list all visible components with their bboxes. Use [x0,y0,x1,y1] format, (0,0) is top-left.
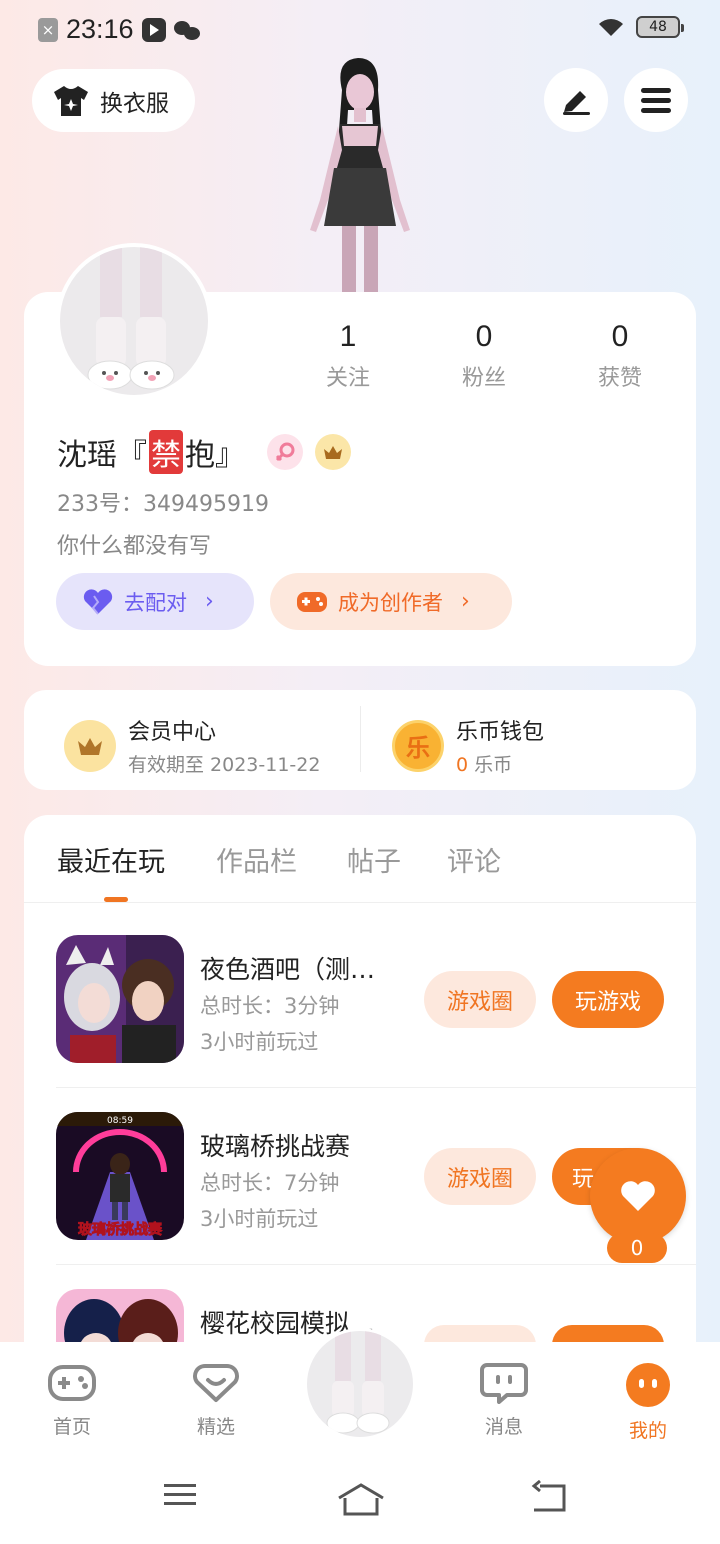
nav-home-label: 首页 [52,1416,91,1438]
likes-count: 0 [611,320,629,353]
following-count: 1 [339,320,357,353]
followers-count: 0 [475,320,493,353]
video-app-icon [141,17,166,42]
username: 沈瑶『 禁 抱』 [57,430,351,474]
divider [360,706,361,772]
avatar-character-illustration[interactable] [280,50,440,295]
heart-icon [621,1181,655,1211]
tab-comments[interactable]: 评论 [447,840,501,879]
shirt-icon [54,85,88,116]
crown-icon [64,719,116,772]
member-center-entry[interactable]: 会员中心 有效期至 2023-11-22 [64,714,320,777]
change-outfit-button[interactable]: 换衣服 [32,69,195,132]
nav-messages-label: 消息 [484,1416,523,1438]
username-ban-char: 禁 [149,430,183,474]
game-duration: 总时长：7分钟 [200,1171,340,1195]
game-thumbnail[interactable]: 08:59 玻璃桥挑战赛 [56,1112,184,1240]
gamepad-icon [48,1365,96,1401]
chevron-right-icon: › [205,589,214,614]
game-thumbnail[interactable] [56,1289,184,1349]
hamburger-icon [641,88,671,113]
tab-works[interactable]: 作品栏 [216,840,297,879]
nav-me-label: 我的 [628,1420,667,1442]
battery-indicator: 48 [636,16,684,38]
coin-icon: 乐 [392,719,444,772]
profile-face-icon [626,1363,670,1407]
back-button[interactable] [530,1480,568,1514]
coin-unit: 乐币 [474,754,513,776]
divider [56,1087,696,1088]
divider [24,902,696,903]
following-label: 关注 [325,366,370,391]
nav-home[interactable]: 首页 [22,1362,122,1439]
likes-label: 获赞 [597,366,642,391]
game-duration: 总时长：3分钟 [200,994,340,1018]
username-prefix: 沈瑶『 [57,438,147,473]
floating-like-count: 0 [607,1233,667,1263]
notification-close-icon: × [38,17,58,42]
stat-followers[interactable]: 0 粉丝 [424,320,544,392]
status-bar: × 23:16 48 [0,0,720,56]
nav-me[interactable]: 我的 [598,1362,698,1443]
member-center-title: 会员中心 [128,720,217,745]
gamepad-icon [297,591,327,612]
chevron-right-icon: › [461,589,470,614]
status-time: 23:16 [66,14,134,44]
recent-apps-button[interactable] [162,1480,198,1510]
nav-featured-label: 精选 [196,1416,235,1438]
game-thumbnail[interactable] [56,935,184,1063]
match-button[interactable]: 去配对 › [56,573,254,630]
heart-outline-icon [193,1364,239,1402]
floating-like-button[interactable] [590,1148,686,1244]
become-creator-button[interactable]: 成为创作者 › [270,573,512,630]
game-circle-button[interactable]: 游戏圈 [424,971,536,1028]
game-title[interactable]: 夜色酒吧（测… [200,950,375,986]
game-last-played: 3小时前玩过 [200,1207,319,1231]
stat-following[interactable]: 1 关注 [288,320,408,392]
coin-wallet-entry[interactable]: 乐 乐币钱包 0 乐币 [392,714,544,777]
female-gender-icon [267,434,303,470]
heart-icon [83,588,113,615]
username-suffix: 抱』 [185,438,245,473]
tab-posts[interactable]: 帖子 [347,840,401,879]
chat-bubble-icon [480,1363,528,1404]
wechat-icon [173,19,200,41]
edit-profile-button[interactable] [544,68,608,132]
become-creator-label: 成为创作者 [338,590,443,615]
nav-messages[interactable]: 消息 [454,1362,554,1439]
coin-amount: 0 [456,754,469,776]
game-title[interactable]: 玻璃桥挑战赛 [200,1127,350,1163]
match-label: 去配对 [124,590,187,615]
tab-recently-played[interactable]: 最近在玩 [57,840,165,879]
game-last-played: 3小时前玩过 [200,1030,319,1054]
stat-likes[interactable]: 0 获赞 [560,320,680,392]
pencil-icon [563,91,590,115]
user-id: 233号：349495919 [57,492,269,517]
coin-wallet-title: 乐币钱包 [456,720,545,745]
thumb-timer: 08:59 [107,1116,133,1126]
home-button[interactable] [336,1480,386,1516]
user-bio: 你什么都没有写 [57,534,212,559]
crown-badge-icon[interactable] [315,434,351,470]
play-game-button[interactable]: 玩游戏 [552,971,664,1028]
wifi-icon [599,19,623,36]
followers-label: 粉丝 [461,366,506,391]
divider [56,1264,696,1265]
change-outfit-label: 换衣服 [100,90,169,117]
nav-featured[interactable]: 精选 [166,1362,266,1439]
thumb-title: 玻璃桥挑战赛 [78,1221,163,1238]
center-avatar-button[interactable] [304,1328,416,1440]
menu-button[interactable] [624,68,688,132]
game-circle-button[interactable]: 游戏圈 [424,1148,536,1205]
profile-avatar[interactable] [56,243,212,399]
member-expiry: 有效期至 2023-11-22 [128,754,321,776]
